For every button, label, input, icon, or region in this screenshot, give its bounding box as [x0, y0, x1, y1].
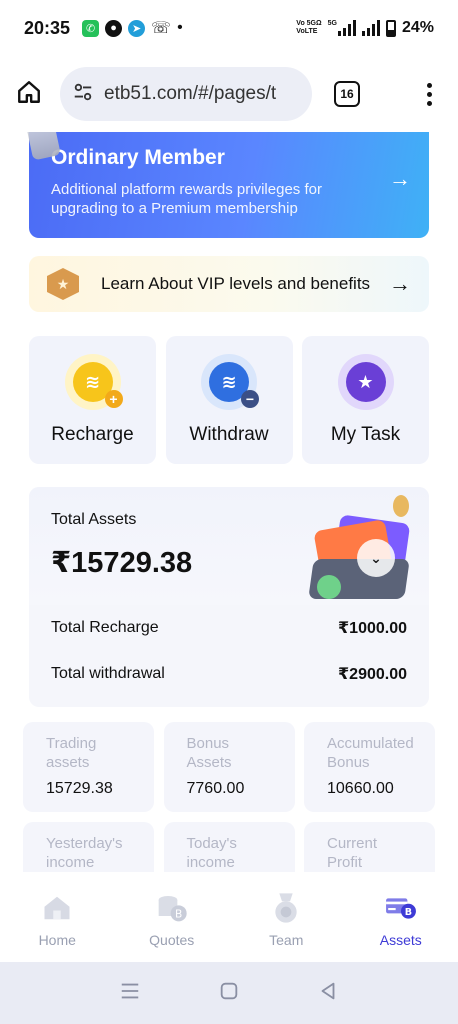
- stat-current-profit-margin: Current Profit Margin: [304, 822, 435, 872]
- withdraw-button[interactable]: ≋ − Withdraw: [165, 336, 293, 464]
- total-withdrawal-label: Total withdrawal: [51, 665, 165, 682]
- whatsapp-icon: ✆: [82, 19, 100, 37]
- battery-percent: 24%: [401, 19, 434, 36]
- status-bar: 20:35 ✆ ● ➤ ☏ • Vo 5GΩ VoLTE 5G 24%: [0, 0, 458, 56]
- total-recharge-row: Total Recharge ₹1000.00: [29, 605, 429, 651]
- nav-team[interactable]: Team: [229, 872, 344, 962]
- member-description: Additional platform rewards privileges f…: [51, 181, 322, 217]
- nav-assets-label: Assets: [379, 932, 422, 948]
- quotes-coin-icon: B: [156, 892, 188, 924]
- url-text[interactable]: etb51.com/#/pages/t: [104, 83, 276, 105]
- member-arrow-icon[interactable]: →: [389, 166, 411, 192]
- nav-assets[interactable]: B Assets: [344, 872, 458, 962]
- assets-summary: Total Assets ₹15729.38 ⌄: [29, 487, 429, 605]
- svg-text:B: B: [405, 907, 412, 918]
- total-recharge-label: Total Recharge: [51, 619, 159, 636]
- vip-badge-icon: ★: [47, 268, 79, 300]
- notification-dot: •: [177, 19, 183, 36]
- total-withdrawal-row: Total withdrawal ₹2900.00: [29, 651, 429, 697]
- withdraw-label: Withdraw: [189, 424, 269, 445]
- wallet-illustration-icon: ⌄: [307, 495, 415, 603]
- tab-switcher-button[interactable]: 16: [334, 81, 360, 107]
- home-nav-icon: [41, 892, 73, 924]
- chat-icon: ●: [105, 19, 123, 37]
- vip-banner-text: Learn About VIP levels and benefits: [101, 274, 371, 293]
- volte-indicator: Vo 5GΩ VoLTE: [296, 20, 322, 35]
- browser-toolbar: etb51.com/#/pages/t 16: [0, 56, 458, 132]
- system-navigation-bar: [0, 962, 458, 1024]
- notification-icons: ✆ ● ➤ ☏ •: [82, 18, 183, 38]
- recharge-coin-icon: ≋ +: [64, 354, 123, 410]
- recharge-label: Recharge: [51, 424, 134, 445]
- telegram-icon: ➤: [128, 19, 146, 37]
- member-title: Ordinary Member: [51, 146, 225, 169]
- recent-apps-icon[interactable]: [119, 980, 141, 1007]
- page-content: Ordinary Member Additional platform rewa…: [0, 132, 458, 872]
- asset-stats-grid: Trading assets 15729.38 Bonus Assets 776…: [23, 722, 435, 872]
- expand-chevron-icon[interactable]: ⌄: [357, 539, 395, 577]
- nav-home[interactable]: Home: [0, 872, 115, 962]
- stat-accumulated-bonus: Accumulated Bonus 10660.00: [304, 722, 435, 812]
- address-bar[interactable]: etb51.com/#/pages/t: [60, 67, 312, 121]
- status-right: Vo 5GΩ VoLTE 5G 24%: [296, 19, 434, 37]
- my-task-label: My Task: [330, 424, 401, 445]
- signal-5g-icon: 5G: [328, 20, 356, 36]
- missed-call-icon: ☏: [151, 20, 172, 37]
- vip-arrow-icon[interactable]: →: [389, 271, 411, 297]
- stat-bonus-assets: Bonus Assets 7760.00: [163, 722, 295, 812]
- quick-actions: ≋ + Recharge ≋ − Withdraw ★ My Task: [29, 336, 429, 464]
- my-task-button[interactable]: ★ My Task: [302, 336, 429, 464]
- stat-todays-income: Today's income: [163, 822, 295, 872]
- membership-card[interactable]: Ordinary Member Additional platform rewa…: [25, 132, 429, 238]
- nav-home-label: Home: [38, 932, 76, 948]
- nav-team-label: Team: [269, 932, 304, 948]
- assets-wallet-icon: B: [385, 892, 417, 924]
- battery-icon: [385, 19, 396, 37]
- nav-quotes[interactable]: B Quotes: [115, 872, 230, 962]
- withdraw-coin-icon: ≋ −: [201, 354, 259, 410]
- total-withdrawal-value: ₹2900.00: [338, 666, 407, 683]
- task-star-icon: ★: [337, 354, 394, 410]
- assets-card: Total Assets ₹15729.38 ⌄ Total Recharge …: [29, 487, 429, 707]
- svg-text:B: B: [175, 907, 182, 920]
- home-button-icon[interactable]: [218, 980, 240, 1007]
- stat-yesterdays-income: Yesterday's income: [23, 822, 154, 872]
- total-recharge-value: ₹1000.00: [338, 620, 407, 637]
- vip-banner[interactable]: ★ Learn About VIP levels and benefits →: [29, 256, 429, 312]
- recharge-button[interactable]: ≋ + Recharge: [29, 336, 156, 464]
- site-settings-icon[interactable]: [72, 81, 94, 108]
- home-icon[interactable]: [16, 79, 42, 110]
- stat-trading-assets: Trading assets 15729.38: [23, 722, 154, 812]
- status-time: 20:35: [24, 17, 71, 38]
- team-medal-icon: [270, 892, 302, 924]
- signal-icon: [361, 20, 380, 36]
- more-options-icon[interactable]: [427, 82, 432, 106]
- back-button-icon[interactable]: [317, 980, 339, 1007]
- nav-quotes-label: Quotes: [149, 932, 195, 948]
- bottom-navigation: Home B Quotes Team B Assets: [0, 872, 458, 962]
